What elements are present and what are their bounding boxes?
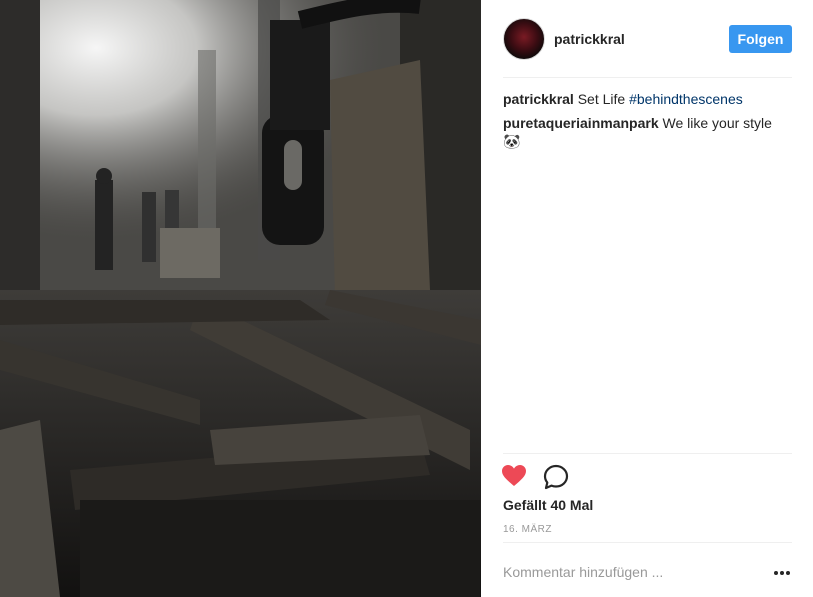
follow-button[interactable]: Folgen	[729, 25, 792, 53]
header-divider	[503, 77, 792, 78]
comment-divider	[503, 542, 792, 543]
caption-text: Set Life	[577, 91, 630, 107]
post-date[interactable]: 16. MÄRZ	[503, 524, 552, 535]
caption-username[interactable]: patrickkral	[503, 91, 574, 107]
comment-icon[interactable]	[543, 464, 569, 495]
caption: patrickkral Set Life #behindthescenes	[503, 90, 793, 108]
more-options-icon[interactable]	[774, 571, 790, 575]
comment-list: patrickkral Set Life #behindthescenes pu…	[503, 90, 793, 156]
caption-hashtag[interactable]: #behindthescenes	[629, 91, 743, 107]
action-bar	[501, 462, 601, 492]
add-comment-input[interactable]: Kommentar hinzufügen ...	[503, 564, 663, 580]
avatar[interactable]	[503, 18, 545, 60]
post-side-panel: patrickkral Folgen patrickkral Set Life …	[481, 0, 813, 597]
post-header: patrickkral Folgen	[503, 18, 793, 60]
comment-item: puretaqueriainmanpark We like your style…	[503, 114, 793, 150]
username-link[interactable]: patrickkral	[554, 31, 625, 47]
actions-divider	[503, 453, 792, 454]
heart-icon[interactable]	[501, 464, 527, 493]
post-photo-illustration	[0, 0, 481, 597]
comment-username[interactable]: puretaqueriainmanpark	[503, 115, 659, 131]
likes-count[interactable]: Gefällt 40 Mal	[503, 497, 593, 513]
post-photo[interactable]	[0, 0, 481, 597]
